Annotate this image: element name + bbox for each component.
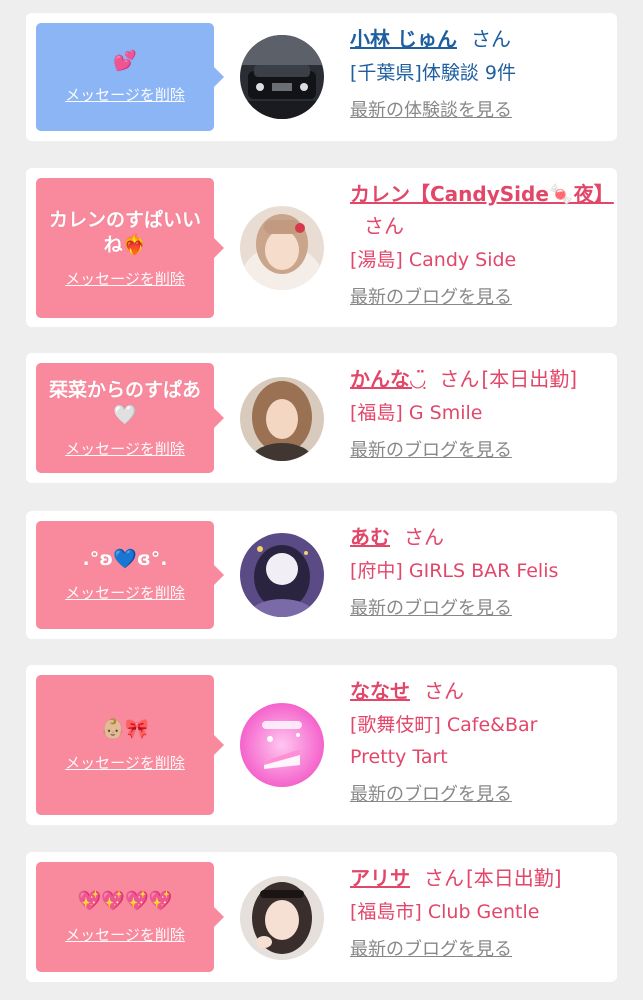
latest-post-link[interactable]: 最新のブログを見る: [350, 284, 605, 312]
car-photo-icon: [240, 35, 324, 119]
delete-message-link[interactable]: メッセージを削除: [65, 924, 185, 945]
sender-name-link[interactable]: ななせ: [350, 679, 410, 703]
sender-name-link[interactable]: かんな◡̈: [350, 367, 425, 391]
message-card: 💖💖💖💖 メッセージを削除 アリサ さん [本日出勤] [福島市] Club Gen…: [26, 852, 617, 982]
sender-name-link[interactable]: アリサ: [350, 866, 410, 890]
latest-post-link[interactable]: 最新のブログを見る: [350, 595, 605, 623]
message-text: 👶🏼🎀: [101, 718, 149, 740]
message-bubble: 💖💖💖💖 メッセージを削除: [36, 862, 224, 972]
avatar[interactable]: [240, 876, 324, 960]
message-list: 💕 メッセージを削除 小林 じゅん さん [千葉県]体験談 9件 最新の体験談を見…: [0, 0, 643, 1000]
message-card: .°ʚ💙ɞ°. メッセージを削除 あむ さん [府中] GIRLS BAR Fel…: [26, 511, 617, 639]
honorific: さん: [470, 27, 511, 51]
message-bubble: カレンのすぱいいね❤️‍🔥 メッセージを削除: [36, 178, 224, 318]
honorific: さん: [424, 866, 464, 890]
avatar[interactable]: [240, 377, 324, 461]
shop-info: [府中] GIRLS BAR Felis: [350, 560, 559, 582]
honorific: さん: [439, 367, 480, 391]
message-bubble: 栞菜からのすぱあ🤍 メッセージを削除: [36, 363, 224, 473]
latest-post-link[interactable]: 最新のブログを見る: [350, 437, 605, 465]
message-text: 栞菜からのすぱあ🤍: [48, 378, 201, 426]
message-text: .°ʚ💙ɞ°.: [82, 548, 168, 570]
message-bubble: 👶🏼🎀 メッセージを削除: [36, 675, 224, 815]
sender-name-link[interactable]: あむ: [350, 525, 390, 549]
girl-photo-icon: [240, 206, 324, 290]
cake-icon: [240, 703, 324, 787]
latest-post-link[interactable]: 最新のブログを見る: [350, 936, 605, 964]
shop-info: [湯島] Candy Side: [350, 249, 517, 271]
delete-message-link[interactable]: メッセージを削除: [65, 268, 185, 289]
delete-message-link[interactable]: メッセージを削除: [65, 438, 185, 459]
delete-message-link[interactable]: メッセージを削除: [65, 582, 185, 603]
message-card: 👶🏼🎀 メッセージを削除 ななせ さん [歌舞伎町] Cafe&Bar Pret…: [26, 665, 617, 825]
work-status: [本日出勤]: [481, 367, 577, 391]
sender-name-link[interactable]: カレン【CandySide🍬夜】: [350, 182, 614, 206]
latest-post-link[interactable]: 最新のブログを見る: [350, 781, 605, 809]
latest-post-link[interactable]: 最新の体験談を見る: [350, 97, 605, 125]
message-text: 💕: [113, 50, 137, 72]
message-text: 💖💖💖💖: [77, 890, 173, 912]
honorific: さん: [364, 214, 404, 238]
shop-info: [千葉県]体験談 9件: [350, 62, 516, 84]
blurred-girl-photo-icon: [240, 533, 324, 617]
avatar[interactable]: [240, 206, 324, 290]
work-status: [本日出勤]: [466, 866, 562, 890]
girl-photo-icon: [240, 377, 324, 461]
delete-message-link[interactable]: メッセージを削除: [65, 752, 185, 773]
girl-photo-icon: [240, 876, 324, 960]
sender-name-link[interactable]: 小林 じゅん: [350, 27, 457, 51]
avatar[interactable]: [240, 533, 324, 617]
shop-info: [福島] G Smile: [350, 402, 483, 424]
shop-info: [歌舞伎町] Cafe&Bar Pretty Tart: [350, 714, 538, 768]
message-card: 💕 メッセージを削除 小林 じゅん さん [千葉県]体験談 9件 最新の体験談を見…: [26, 13, 617, 141]
message-bubble: 💕 メッセージを削除: [36, 23, 224, 131]
avatar[interactable]: [240, 703, 324, 787]
honorific: さん: [424, 679, 464, 703]
delete-message-link[interactable]: メッセージを削除: [65, 84, 185, 105]
message-text: カレンのすぱいいね❤️‍🔥: [48, 208, 201, 256]
message-bubble: .°ʚ💙ɞ°. メッセージを削除: [36, 521, 224, 629]
honorific: さん: [404, 525, 444, 549]
message-card: カレンのすぱいいね❤️‍🔥 メッセージを削除 カレン【CandySide🍬夜】さ…: [26, 168, 617, 327]
avatar[interactable]: [240, 35, 324, 119]
message-card: 栞菜からのすぱあ🤍 メッセージを削除 かんな◡̈ さん [本日出勤] [福島] G …: [26, 353, 617, 483]
shop-info: [福島市] Club Gentle: [350, 901, 540, 923]
